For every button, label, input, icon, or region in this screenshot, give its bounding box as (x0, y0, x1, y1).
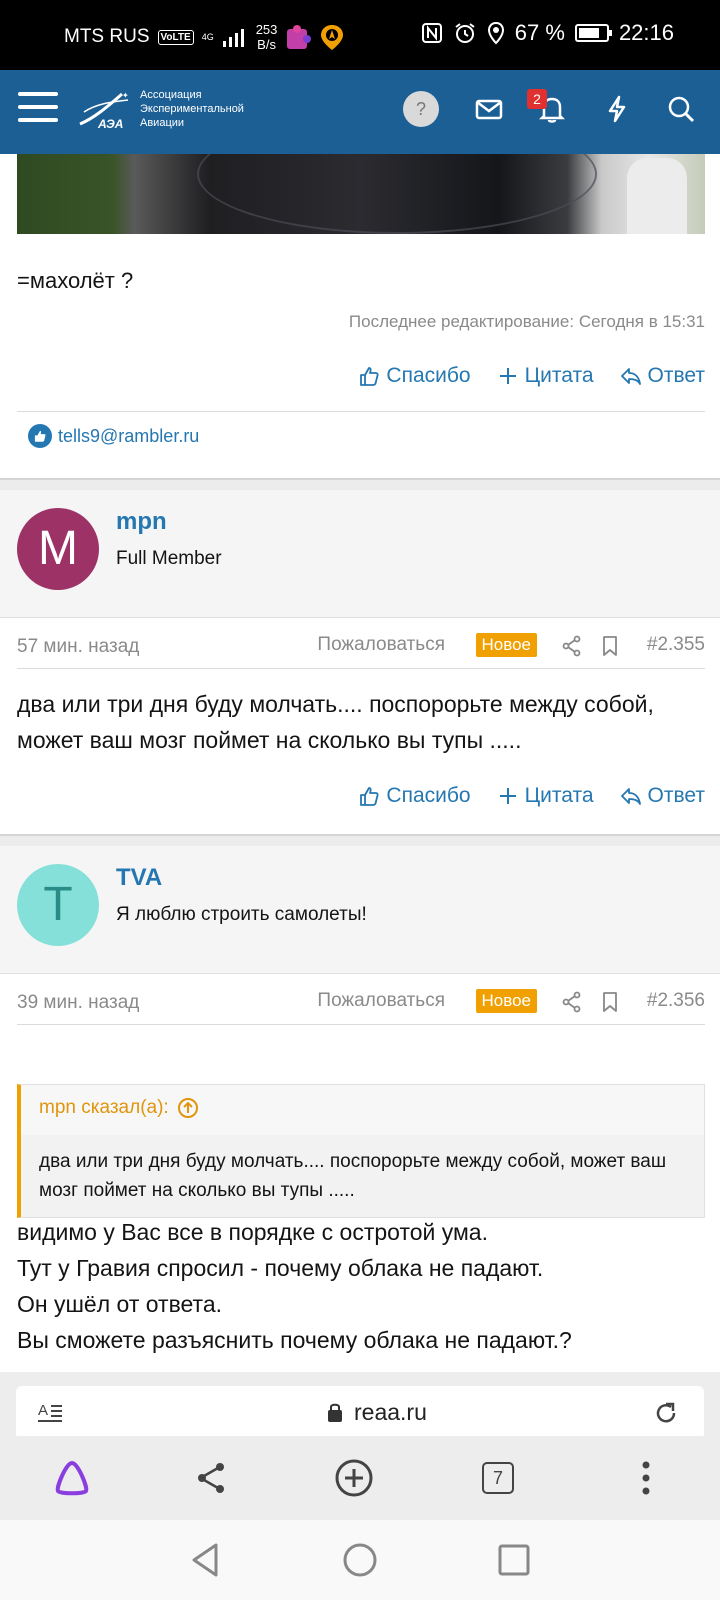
location-icon (487, 21, 504, 45)
post-time-link[interactable]: 39 мин. назад (17, 992, 139, 1014)
post-number-link[interactable]: #2.356 (647, 990, 705, 1012)
battery-icon (574, 24, 612, 42)
volte-icon: VoLTE (157, 29, 194, 45)
back-icon[interactable] (186, 1540, 226, 1580)
thumbs-up-icon (360, 787, 379, 806)
avatar[interactable]: T (17, 864, 99, 946)
avatar[interactable]: M (17, 508, 99, 590)
search-icon[interactable] (666, 94, 696, 124)
bookmark-icon[interactable] (599, 991, 621, 1013)
new-tab-plus-icon[interactable] (334, 1458, 374, 1498)
navigation-app-icon (321, 25, 344, 50)
reply-button[interactable]: Ответ (620, 784, 705, 808)
browser-url-bar: A reaa.ru (0, 1372, 720, 1440)
address-field[interactable]: A reaa.ru (16, 1386, 704, 1440)
post-attachment-image[interactable] (17, 154, 705, 234)
tabs-count: 7 (482, 1462, 514, 1494)
network-type: 4G (201, 32, 214, 42)
recents-icon[interactable] (494, 1540, 534, 1580)
site-logo-text: Ассоциация Экспериментальной Авиации (140, 89, 244, 129)
share-icon[interactable] (561, 991, 583, 1013)
quote-button[interactable]: Цитата (497, 364, 594, 388)
signal-icon (222, 29, 244, 47)
reader-mode-icon[interactable]: A (36, 1399, 64, 1427)
share-icon[interactable] (561, 635, 583, 657)
thread-content: =махолёт ? Последнее редактирование: Сег… (0, 154, 720, 1372)
username-link[interactable]: mpn (116, 508, 167, 536)
alarm-icon (455, 23, 475, 43)
system-navigation-bar (0, 1520, 720, 1600)
thumbs-up-icon (360, 367, 379, 386)
user-title: Full Member (116, 548, 222, 569)
post-message: видимо у Вас все в порядке с остротой ум… (17, 1219, 572, 1353)
post-time-link[interactable]: 57 мин. назад (17, 636, 139, 658)
post-separator (0, 834, 720, 846)
reply-arrow-icon (620, 788, 641, 805)
site-header: АЭА ✦ Ассоциация Экспериментальной Авиац… (0, 70, 720, 154)
home-icon[interactable] (340, 1540, 380, 1580)
like-reaction-icon (28, 424, 52, 448)
plus-icon (499, 788, 516, 804)
post-meta: 39 мин. назад Пожаловаться Новое #2.356 (17, 988, 705, 1018)
quote-button[interactable]: Цитата (497, 784, 594, 808)
alice-assistant-icon[interactable] (52, 1458, 92, 1498)
clock: 22:16 (618, 20, 674, 45)
user-title: Я люблю строить самолеты! (116, 904, 367, 925)
svg-text:A: A (38, 1402, 48, 1419)
lock-icon (328, 1403, 342, 1422)
carrier-label: MTS RUS (64, 26, 150, 47)
divider (17, 411, 705, 412)
reply-button[interactable]: Ответ (620, 364, 705, 388)
go-to-quoted-post-icon[interactable] (177, 1097, 199, 1119)
post-actions: Спасибо Цитата Ответ (358, 364, 705, 388)
post-separator (0, 478, 720, 490)
user-info-block: T TVA Я люблю строить самолеты! (0, 846, 720, 974)
report-link[interactable]: Пожаловаться (317, 990, 445, 1012)
url-domain[interactable]: reaa.ru (354, 1399, 427, 1426)
tabs-switcher-button[interactable]: 7 (482, 1462, 522, 1502)
share-icon[interactable] (192, 1458, 232, 1498)
browser-toolbar: 7 (0, 1436, 720, 1520)
hamburger-menu-icon[interactable] (18, 92, 58, 128)
nfc-icon (421, 23, 442, 43)
reply-arrow-icon (620, 368, 641, 385)
plus-icon (499, 368, 516, 384)
reactions-bar[interactable]: tells9@rambler.ru (28, 424, 199, 448)
user-info-block: M mpn Full Member (0, 490, 720, 618)
thanks-button[interactable]: Спасибо (358, 364, 471, 388)
post-number-link[interactable]: #2.355 (647, 634, 705, 656)
post-meta: 57 мин. назад Пожаловаться Новое #2.355 (17, 632, 705, 662)
help-button[interactable]: ? (403, 91, 439, 127)
quote-block: mpn сказал(а): два или три дня буду молч… (17, 1084, 705, 1218)
quote-author-link[interactable]: mpn сказал(а): (39, 1097, 199, 1119)
site-logo[interactable]: АЭА ✦ (76, 88, 136, 132)
post-message: два или три дня буду молчать.... поспоро… (17, 691, 654, 753)
last-edited-note: Последнее редактирование: Сегодня в 15:3… (348, 312, 705, 331)
quote-text: два или три дня буду молчать.... поспоро… (21, 1135, 704, 1217)
reload-icon[interactable] (652, 1399, 680, 1427)
liked-by-user-link[interactable]: tells9@rambler.ru (58, 426, 199, 447)
divider (17, 1024, 705, 1025)
new-badge: Новое (475, 989, 537, 1013)
messages-icon[interactable] (474, 94, 504, 124)
more-menu-icon[interactable] (626, 1458, 666, 1498)
new-badge: Новое (475, 633, 537, 657)
battery-percent: 67 % (514, 20, 565, 45)
bookmark-icon[interactable] (599, 635, 621, 657)
username-link[interactable]: TVA (116, 864, 162, 892)
report-link[interactable]: Пожаловаться (317, 634, 445, 656)
post-actions: Спасибо Цитата Ответ (358, 784, 705, 808)
thanks-button[interactable]: Спасибо (358, 784, 471, 808)
svg-text:✦: ✦ (122, 91, 129, 100)
post-message: =махолёт ? (17, 268, 134, 293)
puzzle-app-icon (287, 25, 312, 49)
notifications-badge: 2 (527, 89, 547, 109)
divider (17, 668, 705, 669)
net-speed: 253 B/s (255, 22, 278, 52)
svg-text:АЭА: АЭА (97, 117, 123, 131)
status-bar: MTS RUS VoLTE 4G 253 B/s 67 % 22:16 (0, 0, 720, 70)
whats-new-lightning-icon[interactable] (602, 94, 632, 124)
